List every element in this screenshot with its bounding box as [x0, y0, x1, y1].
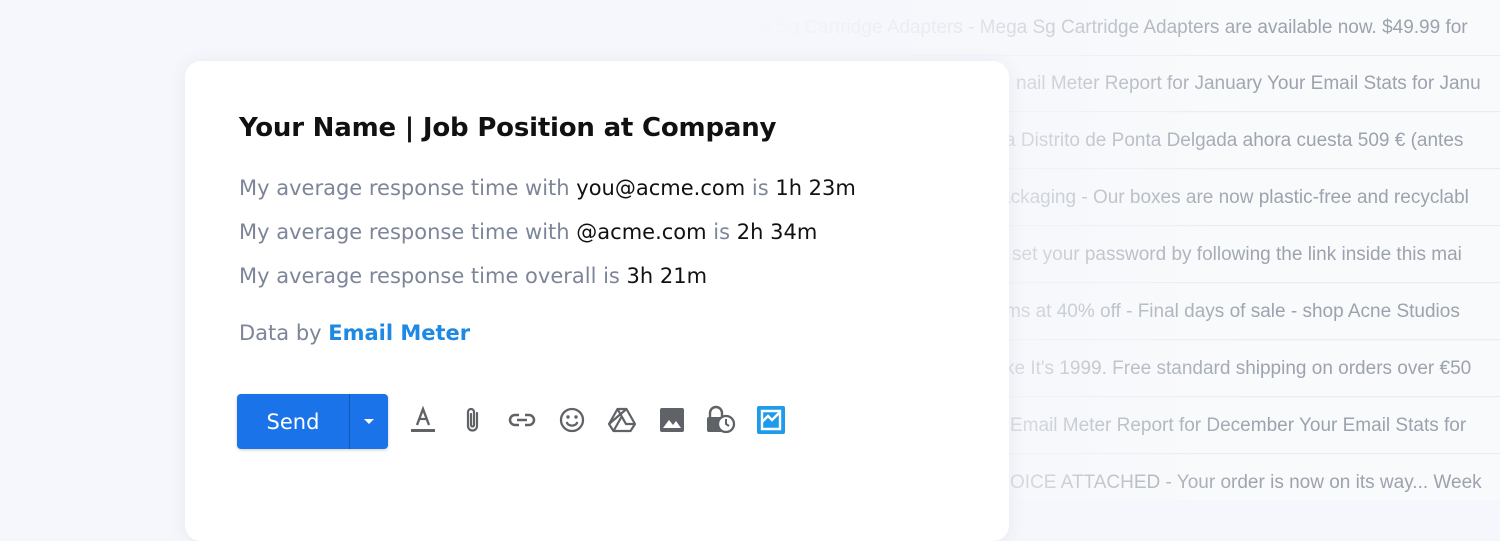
inbox-row[interactable]: OICE ATTACHED - Your order is now on its… — [1000, 455, 1500, 500]
inbox-row[interactable]: nail Meter Report for January Your Email… — [1000, 56, 1500, 112]
send-button-group: Send — [237, 394, 388, 449]
inbox-row-text: a Distrito de Ponta Delgada ahora cuesta… — [1005, 130, 1464, 151]
stat-email: you@acme.com — [576, 176, 746, 200]
attach-file-icon — [466, 407, 479, 432]
stat-email: @acme.com — [576, 220, 707, 244]
signature-stat-line: My average response time with you@acme.c… — [239, 176, 856, 200]
signature-credit: Data by Email Meter — [239, 321, 470, 345]
attach-file-button[interactable] — [457, 404, 489, 436]
credit-prefix: Data by — [239, 321, 329, 345]
inbox-row-text: a Sg Cartridge Adapters - Mega Sg Cartri… — [760, 17, 1468, 38]
stat-prefix: My average response time overall is — [239, 264, 627, 288]
format-text-button[interactable] — [407, 404, 439, 436]
google-drive-button[interactable] — [606, 404, 638, 436]
inbox-row-text: ms at 40% off - Final days of sale - sho… — [1005, 301, 1460, 322]
inbox-row[interactable]: Email Meter Report for December Your Ema… — [1000, 398, 1500, 454]
insert-emoji-button[interactable] — [556, 404, 588, 436]
inbox-row[interactable]: a Distrito de Ponta Delgada ahora cuesta… — [1000, 113, 1500, 169]
inbox-row[interactable]: ackaging - Our boxes are now plastic-fre… — [1000, 170, 1500, 226]
inbox-row[interactable]: set your password by following the link … — [1000, 227, 1500, 283]
email-meter-link[interactable]: Email Meter — [328, 321, 470, 345]
email-meter-icon — [757, 406, 785, 434]
send-button[interactable]: Send — [237, 394, 350, 449]
insert-emoji-icon — [559, 407, 585, 433]
google-drive-icon — [608, 407, 636, 433]
confidential-mode-icon — [707, 405, 736, 434]
inbox-row-text: set your password by following the link … — [1012, 244, 1462, 265]
inbox-row-text: nail Meter Report for January Your Email… — [1016, 73, 1481, 94]
stat-value: 1h 23m — [775, 176, 856, 200]
stat-mid: is — [706, 220, 737, 244]
insert-photo-button[interactable] — [656, 404, 688, 436]
signature-stat-line: My average response time overall is 3h 2… — [239, 264, 707, 288]
stat-value: 3h 21m — [626, 264, 708, 288]
more-send-options-button[interactable] — [350, 394, 388, 449]
signature-name: Your Name | Job Position at Company — [239, 113, 777, 143]
inbox-row-text: OICE ATTACHED - Your order is now on its… — [1010, 472, 1482, 493]
format-text-icon — [411, 405, 435, 432]
inbox-row[interactable]: ms at 40% off - Final days of sale - sho… — [1000, 284, 1500, 340]
more-send-options-icon — [364, 418, 374, 424]
insert-link-icon — [508, 413, 536, 427]
insert-link-button[interactable] — [506, 404, 538, 436]
stat-value: 2h 34m — [736, 220, 818, 244]
inbox-row[interactable]: a Sg Cartridge Adapters - Mega Sg Cartri… — [760, 0, 1500, 56]
insert-photo-icon — [660, 408, 684, 432]
signature-stat-line: My average response time with @acme.com … — [239, 220, 817, 244]
stat-mid: is — [745, 176, 776, 200]
email-meter-button[interactable] — [755, 404, 787, 436]
inbox-row-text: ackaging - Our boxes are now plastic-fre… — [1000, 187, 1469, 208]
inbox-row-text: Email Meter Report for December Your Ema… — [1010, 415, 1467, 436]
confidential-mode-button[interactable] — [705, 404, 737, 436]
stat-prefix: My average response time with — [239, 220, 577, 244]
inbox-row[interactable]: ke It's 1999. Free standard shipping on … — [1000, 341, 1500, 397]
stat-prefix: My average response time with — [239, 176, 577, 200]
compose-card: Your Name | Job Position at Company My a… — [185, 61, 1009, 541]
inbox-row-text: ke It's 1999. Free standard shipping on … — [1005, 358, 1472, 379]
